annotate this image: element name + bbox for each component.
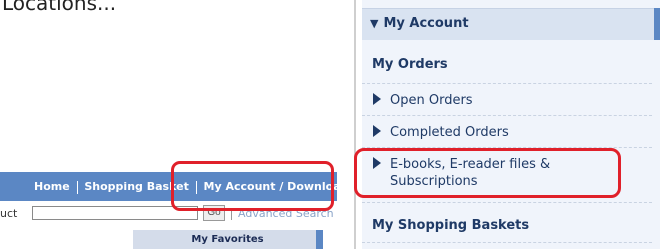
triangle-right-icon: [373, 125, 381, 137]
favorites-accent-strip: [316, 230, 323, 249]
menu-item-partial: [362, 242, 652, 249]
my-orders-section-title: My Orders: [372, 57, 448, 72]
highlight-callout-my-account: [171, 161, 334, 211]
my-account-menu-panel: ▼ My Account My Orders Open Orders Comple…: [362, 0, 660, 249]
my-account-header-label: My Account: [383, 16, 469, 31]
nav-separator: [76, 180, 78, 194]
nav-home-link[interactable]: Home: [34, 180, 70, 193]
panel-divider: [354, 0, 356, 249]
highlight-callout-ebooks: [354, 148, 621, 198]
my-account-header[interactable]: ▼ My Account: [362, 8, 654, 40]
search-label: uct: [0, 207, 18, 220]
menu-item-label: Completed Orders: [390, 125, 509, 140]
triangle-right-icon: [373, 93, 381, 105]
my-favorites-header[interactable]: My Favorites: [133, 230, 322, 249]
menu-item-label: Open Orders: [390, 93, 473, 108]
my-shopping-baskets-section-title: My Shopping Baskets: [372, 218, 530, 233]
menu-item-completed-orders[interactable]: Completed Orders: [362, 115, 652, 148]
store-page-fragment: Home Shopping Basket My Account / Downlo…: [0, 0, 352, 249]
triangle-down-icon: ▼: [370, 17, 379, 30]
header-accent-strip: [654, 8, 660, 40]
menu-item-open-orders[interactable]: Open Orders: [362, 83, 652, 116]
